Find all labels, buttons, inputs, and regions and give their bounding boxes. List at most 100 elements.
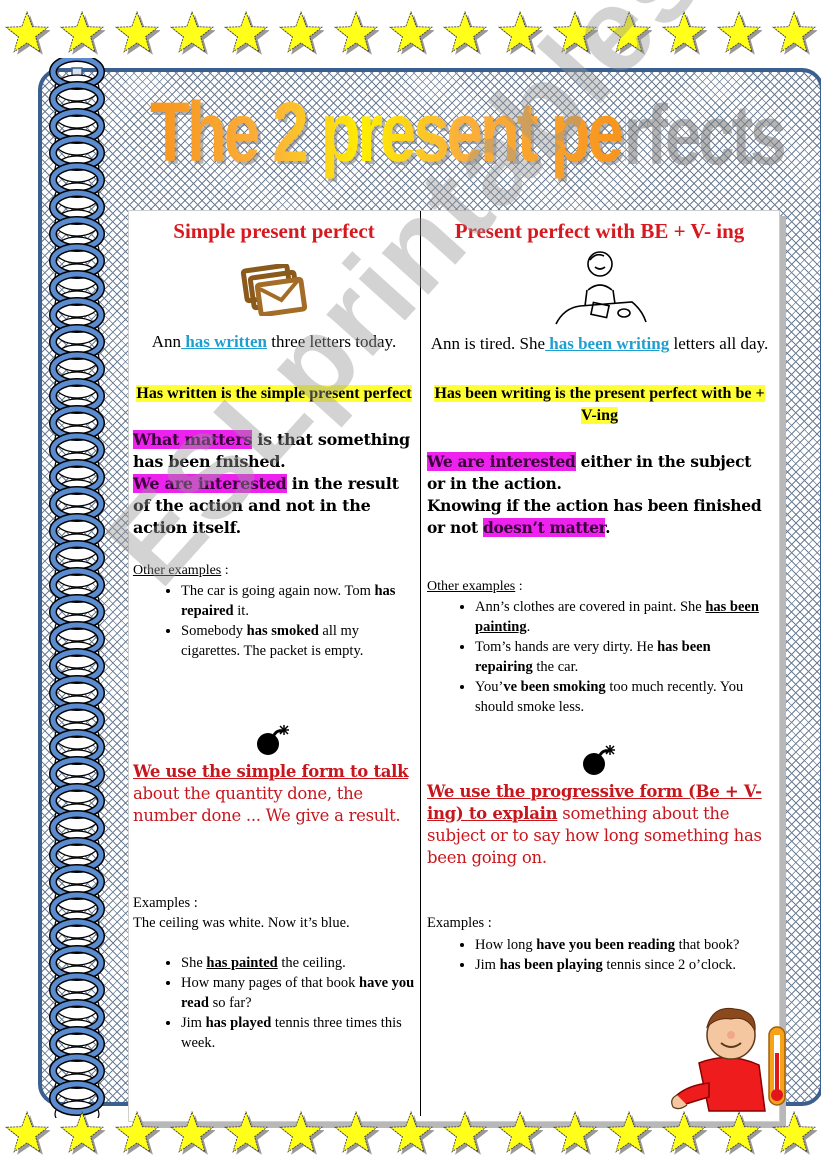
- example-text: the car.: [532, 659, 579, 675]
- star-icon: [333, 1110, 380, 1156]
- verb-highlight: has written: [181, 332, 268, 351]
- example-item: Jim has been playing tennis since 2 o’cl…: [475, 955, 772, 975]
- examples-list: She has painted the ceiling.How many pag…: [133, 953, 415, 1053]
- example-item: Jim has played tennis three times this w…: [181, 1013, 415, 1053]
- example-text: it.: [233, 603, 249, 619]
- usage-note-lead: We use the simple form to talk: [133, 762, 409, 781]
- star-icon: [552, 1110, 599, 1156]
- rule-text: What matters is that something has been …: [133, 429, 415, 539]
- example-verb: have you been reading: [536, 937, 675, 953]
- boy-thermometer-icon: [671, 1007, 786, 1112]
- simple-present-perfect-column: Simple present perfect Ann has written t…: [133, 211, 415, 1053]
- rule-text-part: .: [605, 518, 611, 537]
- star-icon: [606, 1110, 654, 1156]
- star-icon: [4, 1110, 52, 1156]
- star-icon: [497, 1110, 544, 1156]
- example-verb: has painted: [206, 955, 278, 971]
- rule-text: We are interested either in the subject …: [427, 451, 772, 539]
- label-colon: :: [221, 563, 229, 578]
- pink-highlight: We are interested: [133, 474, 287, 493]
- label-colon: :: [515, 579, 523, 594]
- star-icon: [716, 1110, 763, 1156]
- examples-label: Examples :: [133, 895, 198, 911]
- sentence-text: three letters today.: [267, 332, 397, 351]
- example-item: You’ve been smoking too much recently. Y…: [475, 677, 772, 717]
- definition-text: Has written is the simple present perfec…: [136, 385, 412, 402]
- girl-writing-icon: [427, 250, 772, 328]
- top-star-border: [0, 10, 821, 60]
- example-item: Tom’s hands are very dirty. He has been …: [475, 637, 772, 677]
- example-text: .: [526, 619, 531, 635]
- example-sentence: Ann is tired. She has been writing lette…: [427, 332, 772, 355]
- present-perfect-continuous-column: Present perfect with BE + V- ing Ann is …: [427, 211, 772, 975]
- example-item: Somebody has smoked all my cigarettes. T…: [181, 621, 415, 661]
- example-text: that book?: [674, 937, 740, 953]
- star-icon: [114, 10, 161, 56]
- star-icon: [114, 1110, 161, 1156]
- usage-note: We use the progressive form (Be + V-ing)…: [427, 781, 772, 869]
- example-verb: ve been smoking: [503, 679, 606, 695]
- example-text: Ann’s clothes are covered in paint. She: [475, 599, 706, 615]
- verb-highlight: has been writing: [545, 334, 670, 353]
- examples-list: How long have you been reading that book…: [427, 935, 772, 975]
- star-icon: [169, 1110, 216, 1156]
- example-verb: has been playing: [499, 957, 603, 973]
- star-icon: [278, 1110, 325, 1156]
- other-examples-label: Other examples: [133, 563, 222, 578]
- example-text: so far?: [208, 995, 252, 1011]
- star-icon: [771, 1110, 818, 1156]
- star-icon: [442, 1110, 490, 1156]
- pink-highlight: What matters: [133, 430, 253, 449]
- star-icon: [661, 10, 709, 56]
- star-icon: [388, 1110, 435, 1156]
- other-examples-label: Other examples: [427, 579, 516, 594]
- page-title: The 2 present perfects: [150, 82, 784, 182]
- star-icon: [59, 10, 106, 56]
- star-icon: [169, 10, 216, 56]
- star-icon: [223, 1110, 271, 1156]
- example-text: the ceiling.: [277, 955, 346, 971]
- sentence-text: Ann: [151, 332, 182, 351]
- star-icon: [661, 1110, 709, 1156]
- example-item: The car is going again now. Tom has repa…: [181, 581, 415, 621]
- star-icon: [4, 10, 52, 56]
- examples-label: Examples :: [427, 915, 492, 931]
- star-icon: [552, 10, 599, 56]
- star-icon: [388, 10, 435, 56]
- star-icon: [278, 10, 325, 56]
- star-icon: [497, 10, 544, 56]
- examples-intro: The ceiling was white. Now it’s blue.: [133, 915, 350, 931]
- sentence-text: Ann is tired. She: [430, 334, 546, 353]
- content-sheet: Simple present perfect Ann has written t…: [128, 210, 786, 1122]
- definition-box: Has been writing is the present perfect …: [427, 383, 772, 427]
- example-text: How long: [475, 937, 537, 953]
- definition-text: Has been writing is the present perfect …: [434, 385, 765, 424]
- example-item: How long have you been reading that book…: [475, 935, 772, 955]
- star-icon: [333, 10, 380, 56]
- envelopes-icon: [133, 262, 415, 318]
- bottom-star-border: [0, 1110, 821, 1160]
- example-item: Ann’s clothes are covered in paint. She …: [475, 597, 772, 637]
- star-icon: [59, 1110, 106, 1156]
- example-text: You’: [475, 679, 504, 695]
- example-text: She: [181, 955, 207, 971]
- sentence-text: letters all day.: [669, 334, 769, 353]
- other-examples-section: Other examples : The car is going again …: [133, 561, 415, 661]
- example-text: tennis since 2 o’clock.: [602, 957, 737, 973]
- star-icon: [716, 10, 763, 56]
- star-icon: [606, 10, 654, 56]
- example-text: Somebody: [181, 623, 247, 639]
- pink-highlight: doesn’t matter: [482, 518, 606, 537]
- usage-note: We use the simple form to talk about the…: [133, 761, 415, 827]
- star-icon: [771, 10, 818, 56]
- pink-highlight: We are interested: [427, 452, 576, 471]
- star-icon: [223, 10, 271, 56]
- other-examples-list: The car is going again now. Tom has repa…: [133, 581, 415, 661]
- column-heading: Present perfect with BE + V- ing: [454, 219, 745, 243]
- example-verb: has smoked: [246, 623, 319, 639]
- column-heading: Simple present perfect: [173, 219, 375, 243]
- bomb-icon: [133, 723, 415, 757]
- column-divider: [420, 211, 421, 1116]
- definition-box: Has written is the simple present perfec…: [133, 383, 415, 405]
- example-item: She has painted the ceiling.: [181, 953, 415, 973]
